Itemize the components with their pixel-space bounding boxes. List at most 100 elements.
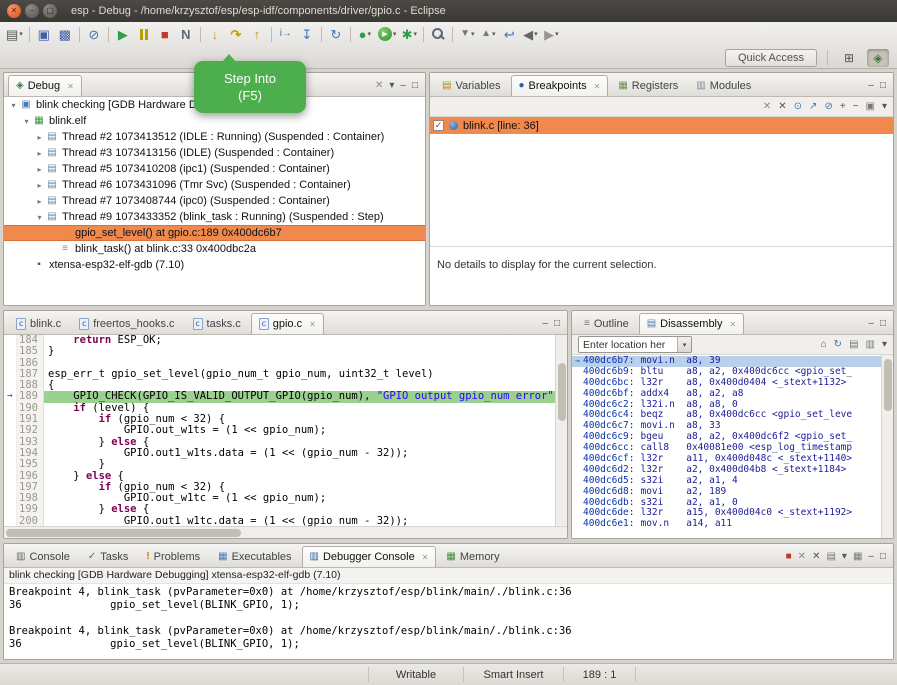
window-minimize-button[interactable]: – — [25, 4, 39, 18]
restart-button[interactable]: ↻ — [326, 24, 346, 44]
tree-expander-icon[interactable]: ▸ — [34, 181, 45, 190]
view-menu-icon[interactable]: ▾ — [882, 102, 887, 112]
debug-button[interactable]: ●▾ — [355, 24, 375, 44]
next-annotation-button[interactable]: ▼▾ — [457, 24, 477, 44]
tree-expander-icon[interactable]: ▸ — [34, 149, 45, 158]
code-line[interactable]: 200 GPIO.out1_w1tc.data = (1 << (gpio_nu… — [4, 516, 567, 526]
previous-annotation-button[interactable]: ▲▾ — [478, 24, 498, 44]
minimize-view-icon[interactable]: – — [868, 81, 874, 91]
minimize-view-icon[interactable]: – — [542, 319, 548, 329]
home-icon[interactable]: ⌂ — [821, 340, 827, 350]
location-combo[interactable]: Enter location her ▾ — [578, 336, 692, 353]
clear-console-icon[interactable]: ▤ — [826, 552, 835, 562]
debug-tree-item[interactable]: ▸▤Thread #7 1073408744 (ipc0) (Suspended… — [4, 193, 425, 209]
quick-access-button[interactable]: Quick Access — [725, 49, 817, 67]
tab-variables[interactable]: ▤Variables — [434, 75, 509, 96]
debug-perspective-button[interactable]: ◈ — [867, 49, 889, 67]
tree-expander-icon[interactable]: ▸ — [34, 165, 45, 174]
minimize-view-icon[interactable]: – — [868, 552, 874, 562]
forward-button[interactable]: ▶▾ — [541, 24, 561, 44]
split-view-icon[interactable]: ▥ — [866, 340, 875, 350]
window-maximize-button[interactable]: ▢ — [43, 4, 57, 18]
tab-tasks-c[interactable]: ctasks.c — [185, 313, 249, 334]
tree-expander-icon[interactable]: ▾ — [8, 101, 19, 110]
new-button[interactable]: ▤▾ — [4, 24, 25, 44]
view-menu-icon[interactable]: ▾ — [882, 340, 887, 350]
code-line[interactable]: 187esp_err_t gpio_set_level(gpio_num_t g… — [4, 369, 567, 380]
tab-disassembly[interactable]: ▤Disassembly✕ — [639, 313, 745, 334]
back-button[interactable]: ◀▾ — [520, 24, 540, 44]
scrollbar-thumb[interactable] — [884, 359, 892, 411]
tree-expander-icon[interactable]: ▸ — [34, 197, 45, 206]
debug-tree-item[interactable]: ▸▤Thread #6 1073431096 (Tmr Svc) (Suspen… — [4, 177, 425, 193]
remove-launch-icon[interactable]: ✕ — [798, 552, 806, 562]
maximize-view-icon[interactable]: □ — [880, 319, 886, 329]
tab-memory[interactable]: ▦Memory — [438, 546, 507, 567]
disconnect-button[interactable]: N — [176, 24, 196, 44]
chevron-down-icon[interactable]: ▾ — [677, 337, 691, 352]
search-button[interactable] — [428, 24, 448, 44]
step-into-button[interactable]: ↓ — [205, 24, 225, 44]
tab-outline[interactable]: ≡Outline — [576, 313, 637, 334]
show-source-icon[interactable]: ▤ — [849, 340, 858, 350]
tab-gpio-c[interactable]: cgpio.c✕ — [251, 313, 324, 334]
instruction-stepping-button[interactable]: i→ — [276, 24, 296, 44]
tab-close-icon[interactable]: ✕ — [422, 553, 429, 562]
debug-tree-item[interactable]: ▸▤Thread #5 1073410208 (ipc1) (Suspended… — [4, 161, 425, 177]
tab-executables[interactable]: ▦Executables — [210, 546, 299, 567]
code-area[interactable]: 184 return ESP_OK;185}186187esp_err_t gp… — [4, 335, 567, 526]
suspend-button[interactable] — [134, 24, 154, 44]
terminate-console-icon[interactable]: ■ — [786, 552, 792, 562]
maximize-view-icon[interactable]: □ — [554, 319, 560, 329]
link-with-debug-view-icon[interactable]: ▣ — [866, 102, 875, 112]
tab-debug[interactable]: ◈Debug✕ — [8, 75, 82, 96]
step-return-button[interactable]: ↑ — [247, 24, 267, 44]
skip-all-breakpoints-icon[interactable]: ⊘ — [824, 102, 832, 112]
tab-close-icon[interactable]: ✕ — [309, 320, 316, 329]
tab-modules[interactable]: ▥Modules — [688, 75, 759, 96]
run-button[interactable]: ▶▾ — [376, 24, 399, 44]
debug-tree-item[interactable]: ▸▤Thread #2 1073413512 (IDLE : Running) … — [4, 129, 425, 145]
expand-all-icon[interactable]: + — [840, 102, 846, 112]
tab-problems[interactable]: !Problems — [138, 546, 208, 567]
collapse-all-icon[interactable]: − — [853, 102, 859, 112]
tab-freertos-hooks-c[interactable]: cfreertos_hooks.c — [71, 313, 182, 334]
resume-button[interactable]: ▶ — [113, 24, 133, 44]
remove-all-terminated-icon[interactable]: ✕ — [375, 81, 383, 91]
tab-debugger-console[interactable]: ▥Debugger Console✕ — [302, 546, 437, 567]
minimize-view-icon[interactable]: – — [400, 81, 406, 91]
disassembly-line[interactable]: 400dc6d8:movi a2, 189 — [572, 487, 893, 498]
display-selected-console-icon[interactable]: ▾ — [842, 552, 847, 562]
remove-all-breakpoints-icon[interactable]: ✕ — [778, 102, 786, 112]
disassembly-vertical-scrollbar[interactable] — [881, 355, 893, 538]
remove-all-launches-icon[interactable]: ✕ — [812, 552, 820, 562]
remove-selected-breakpoints-icon[interactable]: ✕ — [763, 102, 771, 112]
open-perspective-button[interactable]: ⊞ — [838, 49, 860, 67]
editor-horizontal-scrollbar[interactable] — [4, 526, 567, 538]
debug-tree-item[interactable]: →gpio_set_level() at gpio.c:189 0x400dc6… — [4, 225, 425, 241]
debug-tree-item[interactable]: ▸▤Thread #3 1073413156 (IDLE) (Suspended… — [4, 145, 425, 161]
tab-breakpoints[interactable]: ●Breakpoints✕ — [511, 75, 609, 96]
save-button[interactable]: ▣ — [34, 24, 54, 44]
breakpoint-item[interactable]: ✓ blink.c [line: 36] — [430, 117, 893, 134]
tab-console[interactable]: ▥Console — [8, 546, 78, 567]
tab-tasks[interactable]: ✓Tasks — [80, 546, 137, 567]
window-close-button[interactable]: ✕ — [7, 4, 21, 18]
disassembly-line[interactable]: 400dc6e1:mov.n a14, a11 — [572, 519, 893, 530]
show-breakpoints-supported-icon[interactable]: ⊙ — [794, 102, 802, 112]
disassembly-line[interactable]: 400dc6bf:addx4 a8, a2, a8 — [572, 389, 893, 400]
tab-close-icon[interactable]: ✕ — [730, 320, 737, 329]
go-to-file-for-breakpoint-icon[interactable]: ↗ — [809, 102, 817, 112]
debug-tree-item[interactable]: ≡blink_task() at blink.c:33 0x400dbc2a — [4, 241, 425, 257]
scrollbar-thumb[interactable] — [558, 363, 566, 421]
scrollbar-thumb[interactable] — [6, 529, 241, 537]
terminate-button[interactable]: ■ — [155, 24, 175, 44]
debug-tree-item[interactable]: ▪xtensa-esp32-elf-gdb (7.10) — [4, 257, 425, 273]
tree-expander-icon[interactable]: ▾ — [34, 213, 45, 222]
tab-close-icon[interactable]: ✕ — [67, 82, 74, 91]
external-tools-button[interactable]: ✱▾ — [399, 24, 419, 44]
editor-vertical-scrollbar[interactable] — [555, 335, 567, 526]
refresh-icon[interactable]: ↻ — [834, 340, 842, 350]
open-console-icon[interactable]: ▦ — [853, 552, 862, 562]
skip-all-breakpoints-button[interactable]: ⊘ — [84, 24, 104, 44]
